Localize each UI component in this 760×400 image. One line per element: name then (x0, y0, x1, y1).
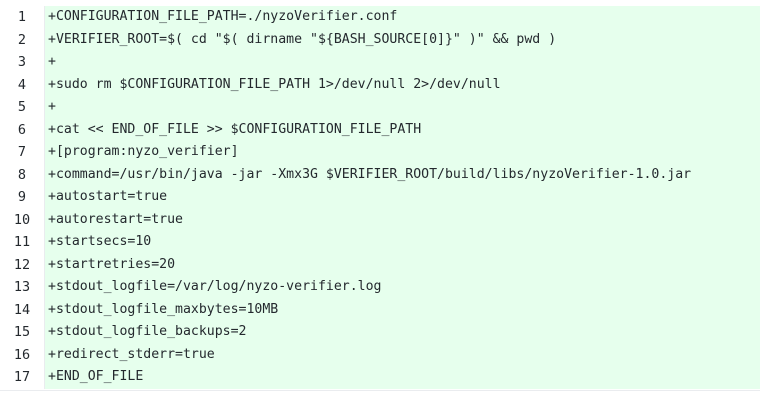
line-number[interactable]: 1 (0, 6, 44, 29)
line-number[interactable]: 11 (0, 231, 44, 254)
added-code-line: +CONFIGURATION_FILE_PATH=./nyzoVerifier.… (44, 6, 760, 29)
added-code-line: +autostart=true (44, 186, 760, 209)
added-code-line: +cat << END_OF_FILE >> $CONFIGURATION_FI… (44, 118, 760, 141)
diff-line: 11 +startsecs=10 (0, 231, 760, 254)
line-number[interactable]: 13 (0, 276, 44, 299)
added-code-line: +startsecs=10 (44, 231, 760, 254)
diff-line: 5 + (0, 96, 760, 119)
line-number[interactable]: 5 (0, 96, 44, 119)
line-number[interactable]: 7 (0, 141, 44, 164)
added-code-line: +stdout_logfile=/var/log/nyzo-verifier.l… (44, 276, 760, 299)
diff-line: 2 +VERIFIER_ROOT=$( cd "$( dirname "${BA… (0, 28, 760, 51)
line-number[interactable]: 14 (0, 298, 44, 321)
diff-line: 17 +END_OF_FILE (0, 366, 760, 389)
diff-line: 6 +cat << END_OF_FILE >> $CONFIGURATION_… (0, 118, 760, 141)
added-code-line: +VERIFIER_ROOT=$( cd "$( dirname "${BASH… (44, 28, 760, 51)
diff-line: 12 +startretries=20 (0, 253, 760, 276)
line-number[interactable]: 10 (0, 208, 44, 231)
diff-line: 3 + (0, 51, 760, 74)
added-code-line: +END_OF_FILE (44, 366, 760, 389)
line-number[interactable]: 15 (0, 321, 44, 344)
diff-line: 16 +redirect_stderr=true (0, 343, 760, 366)
added-code-line: +[program:nyzo_verifier] (44, 141, 760, 164)
diff-line: 15 +stdout_logfile_backups=2 (0, 321, 760, 344)
added-code-line: +redirect_stderr=true (44, 343, 760, 366)
added-code-line: +autorestart=true (44, 208, 760, 231)
added-code-line: +stdout_logfile_maxbytes=10MB (44, 298, 760, 321)
line-number[interactable]: 6 (0, 118, 44, 141)
added-code-line: +command=/usr/bin/java -jar -Xmx3G $VERI… (44, 163, 760, 186)
diff-line: 1 +CONFIGURATION_FILE_PATH=./nyzoVerifie… (0, 6, 760, 29)
line-number[interactable]: 4 (0, 73, 44, 96)
added-code-line: +startretries=20 (44, 253, 760, 276)
added-code-line: + (44, 51, 760, 74)
line-number[interactable]: 12 (0, 253, 44, 276)
diff-view: 1 +CONFIGURATION_FILE_PATH=./nyzoVerifie… (0, 6, 760, 390)
added-code-line: +sudo rm $CONFIGURATION_FILE_PATH 1>/dev… (44, 73, 760, 96)
diff-line: 7 +[program:nyzo_verifier] (0, 141, 760, 164)
line-number[interactable]: 9 (0, 186, 44, 209)
line-number[interactable]: 16 (0, 343, 44, 366)
line-number[interactable]: 3 (0, 51, 44, 74)
added-code-line: + (44, 96, 760, 119)
diff-line: 8 +command=/usr/bin/java -jar -Xmx3G $VE… (0, 163, 760, 186)
diff-line: 9 +autostart=true (0, 186, 760, 209)
line-number[interactable]: 17 (0, 366, 44, 389)
diff-bottom-border (0, 390, 760, 391)
diff-line: 14 +stdout_logfile_maxbytes=10MB (0, 298, 760, 321)
diff-line: 10 +autorestart=true (0, 208, 760, 231)
diff-line: 4 +sudo rm $CONFIGURATION_FILE_PATH 1>/d… (0, 73, 760, 96)
diff-line: 13 +stdout_logfile=/var/log/nyzo-verifie… (0, 276, 760, 299)
line-number[interactable]: 2 (0, 28, 44, 51)
line-number[interactable]: 8 (0, 163, 44, 186)
added-code-line: +stdout_logfile_backups=2 (44, 321, 760, 344)
